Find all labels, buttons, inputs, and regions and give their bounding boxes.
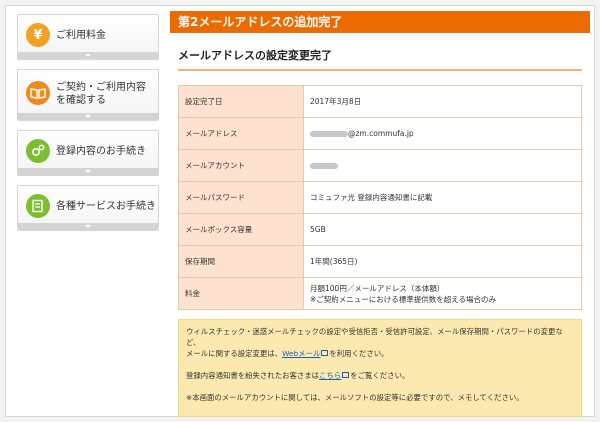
chevron-down-icon xyxy=(85,115,91,118)
webmail-link[interactable]: Webメール xyxy=(282,349,320,358)
form-icon xyxy=(26,194,50,218)
row-label: メールアドレス xyxy=(178,117,304,150)
row-label: 設定完了日 xyxy=(178,85,304,118)
sidebar-item-services[interactable]: 各種サービスお手続き xyxy=(17,185,159,231)
row-label: 料金 xyxy=(178,277,304,310)
sidebar: ¥ ご利用料金 ご契約・ご利用内容を確認する 登録内容のお手続き 各種サービスお… xyxy=(17,14,159,240)
email-domain: @zm.commufa.jp xyxy=(348,129,414,138)
notice-text: を利用ください。 xyxy=(329,349,389,358)
chevron-down-icon xyxy=(85,170,91,173)
row-value: 2017年3月8日 xyxy=(303,85,582,118)
lost-notice-link[interactable]: こちら xyxy=(319,371,341,380)
chevron-down-icon xyxy=(85,54,91,57)
sidebar-item-label: 各種サービスお手続き xyxy=(56,201,156,212)
row-label: メールボックス容量 xyxy=(178,213,304,246)
table-row: メールアカウント xyxy=(178,149,582,182)
sidebar-item-registration[interactable]: 登録内容のお手続き xyxy=(17,130,159,176)
row-value xyxy=(303,149,582,182)
table-row: メールボックス容量 5GB xyxy=(178,213,582,246)
masked-text xyxy=(310,131,348,137)
table-row: メールパスワード コミュファ光 登録内容通知書に記載 xyxy=(178,181,582,214)
yen-icon: ¥ xyxy=(26,23,50,47)
chevron-down-icon xyxy=(85,225,91,228)
notice-line: 登録内容通知書を紛失されたお客さまはこちら をご覧ください。 xyxy=(186,370,574,381)
row-label: 保存期間 xyxy=(178,245,304,278)
main-content: 第2メールアドレスの追加完了 メールアドレスの設定変更完了 設定完了日 2017… xyxy=(170,11,590,417)
row-value: @zm.commufa.jp xyxy=(303,117,582,150)
sidebar-item-fees[interactable]: ¥ ご利用料金 xyxy=(17,14,159,60)
settings-table: 設定完了日 2017年3月8日 メールアドレス @zm.commufa.jp メ… xyxy=(178,85,582,310)
notice-line: ※本画面のメールアカウントに関しては、メールソフトの設定等に必要ですので、メモし… xyxy=(186,393,524,402)
gears-icon xyxy=(26,139,50,163)
sidebar-item-contract[interactable]: ご契約・ご利用内容を確認する xyxy=(17,69,159,121)
notice-box: ウィルスチェック・迷惑メールチェックの設定や受信拒否・受信許可設定、メール保存期… xyxy=(178,319,582,417)
expand-bar[interactable] xyxy=(18,113,158,120)
notice-text: 登録内容通知書を紛失されたお客さまは xyxy=(186,371,320,380)
row-value: コミュファ光 登録内容通知書に記載 xyxy=(303,181,582,214)
row-label: メールアカウント xyxy=(178,149,304,182)
notice-line: ウィルスチェック・迷惑メールチェックの設定や受信拒否・受信許可設定、メール保存期… xyxy=(186,327,563,347)
row-label: メールパスワード xyxy=(178,181,304,214)
expand-bar[interactable] xyxy=(18,52,158,59)
table-row: 設定完了日 2017年3月8日 xyxy=(178,85,582,118)
expand-bar[interactable] xyxy=(18,223,158,230)
notice-text: メールに関する設定変更は、 xyxy=(186,349,283,358)
notice-text: をご覧ください。 xyxy=(350,371,410,380)
sidebar-item-label: ご利用料金 xyxy=(56,30,106,41)
external-link-icon xyxy=(321,350,329,356)
book-icon xyxy=(26,81,50,105)
section-title: メールアドレスの設定変更完了 xyxy=(178,47,582,71)
sidebar-item-label: 登録内容のお手続き xyxy=(56,146,146,157)
table-row: 保存期間 1年間(365日) xyxy=(178,245,582,278)
masked-text xyxy=(310,163,338,169)
sidebar-item-label: ご契約・ご利用内容を確認する xyxy=(56,82,146,106)
table-row: メールアドレス @zm.commufa.jp xyxy=(178,117,582,150)
row-value: 5GB xyxy=(303,213,582,246)
external-link-icon xyxy=(342,372,350,378)
page-title: 第2メールアドレスの追加完了 xyxy=(170,11,590,33)
table-row: 料金 月額100円／メールアドレス（本体額） ※ご契約メニューにおける標準提供数… xyxy=(178,277,582,310)
row-value: 1年間(365日) xyxy=(303,245,582,278)
row-value: 月額100円／メールアドレス（本体額） ※ご契約メニューにおける標準提供数を超え… xyxy=(303,277,582,310)
fee-line: 月額100円／メールアドレス（本体額） xyxy=(310,283,445,293)
fee-note: ※ご契約メニューにおける標準提供数を超える場合のみ xyxy=(310,294,497,304)
expand-bar[interactable] xyxy=(18,168,158,175)
notice-line: メールに関する設定変更は、Webメール を利用ください。 xyxy=(186,348,574,359)
